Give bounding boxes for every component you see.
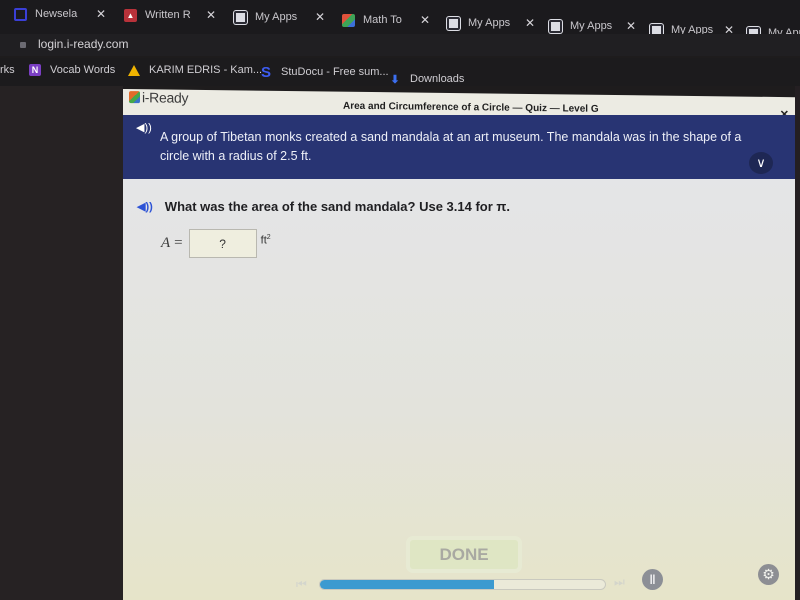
equals-sign: = <box>174 235 183 251</box>
close-tab-icon[interactable]: ✕ <box>626 19 636 33</box>
pause-icon: || <box>649 574 656 585</box>
passage-panel: ◀)) A group of Tibetan monks created a s… <box>123 115 795 179</box>
question: ◀)) What was the area of the sand mandal… <box>137 199 510 214</box>
browser-tab-strip: Newsela ✕ ▲ Written R ✕ My Apps ✕ Math T… <box>0 0 800 40</box>
bookmark-studocu[interactable]: S StuDocu - Free sum... <box>260 63 389 81</box>
tab-math[interactable]: Math To ✕ <box>342 8 430 32</box>
answer-variable: A <box>161 235 171 251</box>
close-tab-icon[interactable]: ✕ <box>525 16 535 30</box>
player-controls: ⏮ ⏭ || ⚙ <box>123 564 795 600</box>
answer-row: A = ? ft2 <box>161 229 271 258</box>
answer-unit: ft2 <box>261 234 271 247</box>
background-area <box>0 86 123 600</box>
done-button[interactable]: DONE <box>410 540 518 569</box>
close-tab-icon[interactable]: ✕ <box>420 13 430 27</box>
previous-icon[interactable]: ⏮ <box>296 577 307 592</box>
pause-button[interactable]: || <box>642 569 663 590</box>
bookmark-label: Vocab Words <box>50 64 116 76</box>
site-info-icon[interactable] <box>20 42 26 48</box>
gear-icon: ⚙ <box>762 566 775 582</box>
tab-label: Math To <box>363 14 402 26</box>
bookmark-label: Downloads <box>410 73 465 85</box>
my-apps-icon <box>234 10 247 24</box>
speaker-icon[interactable]: ◀)) <box>137 200 153 213</box>
progress-fill <box>320 580 494 589</box>
close-tab-icon[interactable]: ✕ <box>206 8 216 22</box>
chevron-down-icon: ∨ <box>756 155 766 170</box>
math-icon <box>342 13 355 27</box>
close-tab-icon[interactable]: ✕ <box>315 10 325 24</box>
question-area: ◀)) What was the area of the sand mandal… <box>123 179 795 600</box>
bookmark-karim-edris[interactable]: KARIM EDRIS - Kam... <box>128 64 262 76</box>
tab-newsela[interactable]: Newsela ✕ <box>14 2 106 26</box>
question-text: What was the area of the sand mandala? U… <box>164 199 510 214</box>
bookmark-vocab-words[interactable]: N Vocab Words <box>29 64 115 76</box>
bookmarks-bar: rks N Vocab Words KARIM EDRIS - Kam... S… <box>0 58 800 86</box>
progress-bar[interactable] <box>319 579 606 590</box>
my-apps-icon <box>447 16 460 30</box>
speaker-icon[interactable]: ◀)) <box>136 121 152 134</box>
tab-label: Newsela <box>35 8 78 20</box>
url-text[interactable]: login.i-ready.com <box>38 37 128 51</box>
tab-my-apps[interactable]: My Apps ✕ <box>234 5 325 29</box>
background-edge <box>795 86 800 600</box>
tab-my-apps[interactable]: My Apps ✕ <box>447 11 535 35</box>
logo-text: i-Ready <box>142 89 189 106</box>
tab-written[interactable]: ▲ Written R ✕ <box>124 3 216 27</box>
onenote-icon: N <box>29 64 41 76</box>
studocu-icon: S <box>260 63 271 81</box>
settings-button[interactable]: ⚙ <box>758 564 779 585</box>
bookmark-label: KARIM EDRIS - Kam... <box>149 64 263 76</box>
passage-text: A group of Tibetan monks created a sand … <box>160 130 742 163</box>
tab-label: My Apps <box>570 20 613 32</box>
tab-label: My Apps <box>255 11 298 23</box>
written-icon: ▲ <box>124 8 137 22</box>
iready-cube-icon <box>129 91 140 104</box>
answer-placeholder: ? <box>219 236 226 251</box>
address-bar[interactable]: login.i-ready.com <box>0 34 800 56</box>
tab-label: Written R <box>145 9 191 21</box>
unit-exponent: 2 <box>266 234 271 242</box>
bookmark-overflow[interactable]: rks <box>0 64 15 76</box>
iready-logo: i-Ready <box>129 89 188 106</box>
quiz-title: Area and Circumference of a Circle — Qui… <box>343 100 599 115</box>
google-drive-icon <box>128 64 140 76</box>
my-apps-icon <box>549 19 562 33</box>
expand-passage-button[interactable]: ∨ <box>749 152 773 174</box>
answer-input[interactable]: ? <box>188 229 257 258</box>
download-icon: ⬇ <box>390 73 400 86</box>
bookmark-downloads[interactable]: ⬇ Downloads <box>389 73 465 86</box>
bookmark-label: rks <box>0 64 15 76</box>
close-tab-icon[interactable]: ✕ <box>96 7 106 21</box>
bookmark-label: StuDocu - Free sum... <box>281 66 389 78</box>
newsela-icon <box>14 7 27 21</box>
next-icon[interactable]: ⏭ <box>614 575 625 590</box>
tab-label: My Apps <box>468 17 511 29</box>
